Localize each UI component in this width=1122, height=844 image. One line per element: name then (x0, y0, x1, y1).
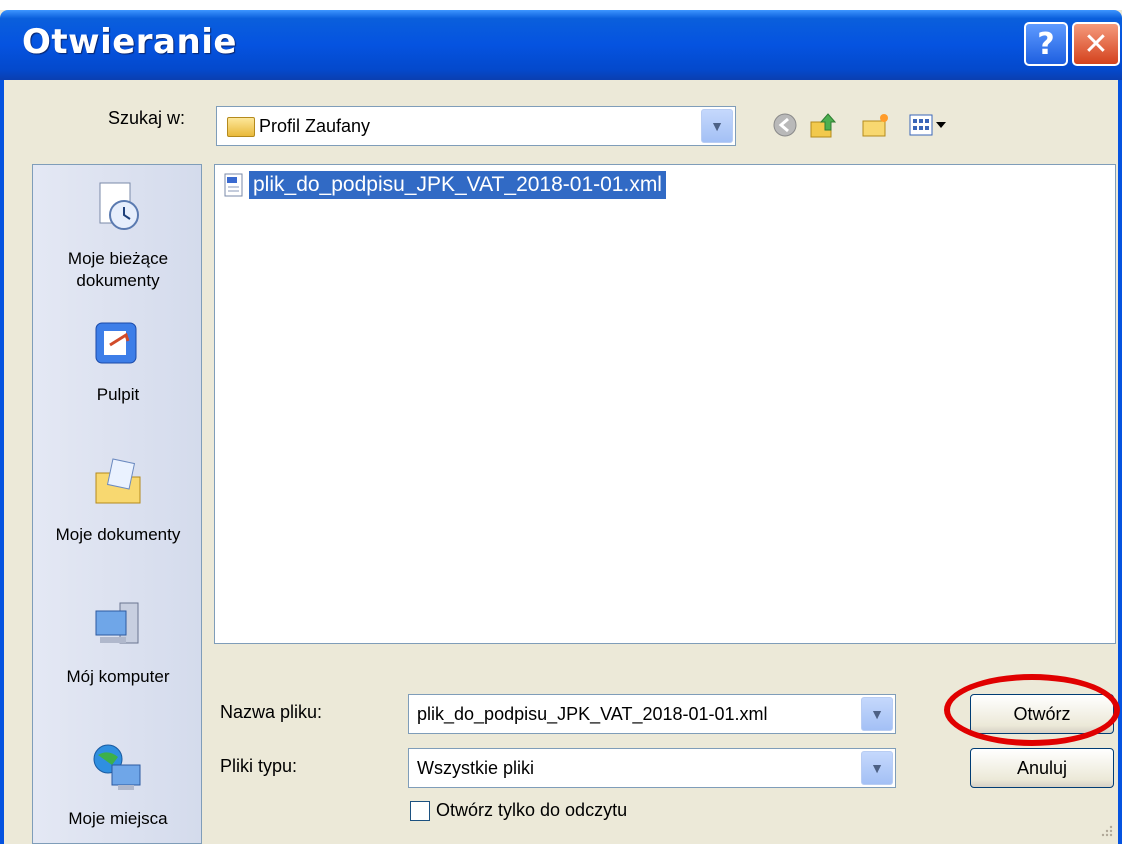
folder-icon (227, 117, 255, 137)
chevron-down-icon[interactable]: ▼ (861, 697, 893, 731)
xml-file-icon (224, 173, 243, 197)
read-only-checkbox[interactable] (410, 800, 430, 821)
back-icon[interactable] (770, 110, 800, 140)
place-recent-documents[interactable]: Moje bieżące dokumenty (33, 179, 203, 292)
place-label: Moje dokumenty (55, 525, 181, 544)
read-only-label: Otwórz tylko do odczytu (436, 800, 628, 820)
up-folder-icon[interactable] (808, 110, 838, 140)
my-documents-icon (95, 458, 141, 504)
my-computer-icon (95, 602, 139, 644)
file-type-select[interactable]: Wszystkie pliki ▼ (408, 748, 896, 788)
open-dialog: Otwieranie ? ✕ Szukaj w: Profil Zaufany … (0, 10, 1122, 844)
chevron-down-icon[interactable]: ▼ (861, 751, 893, 785)
views-menu-icon[interactable] (908, 110, 952, 140)
place-network[interactable]: Moje miejsca (33, 739, 203, 830)
desktop-icon (95, 322, 137, 364)
close-button[interactable]: ✕ (1072, 22, 1120, 66)
look-in-label: Szukaj w: (108, 108, 186, 128)
file-type-value: Wszystkie pliki (417, 757, 535, 778)
chevron-down-icon[interactable]: ▼ (701, 109, 733, 143)
read-only-option[interactable]: Otwórz tylko do odczytu (410, 800, 627, 821)
title-bar[interactable]: Otwieranie ? ✕ (0, 10, 1122, 80)
place-label: dokumenty (76, 271, 160, 290)
place-label: Moje bieżące (67, 249, 169, 268)
place-my-documents[interactable]: Moje dokumenty (33, 455, 203, 546)
network-places-icon (93, 744, 141, 790)
file-list[interactable]: plik_do_podpisu_JPK_VAT_2018-01-01.xml (214, 164, 1116, 644)
look-in-combo[interactable]: Profil Zaufany ▼ (216, 106, 736, 146)
place-label: Mój komputer (66, 667, 170, 686)
look-in-value: Profil Zaufany (259, 115, 371, 136)
file-type-label: Pliki typu: (220, 756, 298, 776)
file-name: plik_do_podpisu_JPK_VAT_2018-01-01.xml (248, 170, 667, 200)
help-button[interactable]: ? (1024, 22, 1068, 66)
place-label: Pulpit (96, 385, 140, 404)
file-name-value: plik_do_podpisu_JPK_VAT_2018-01-01.xml (417, 703, 768, 724)
file-name-label: Nazwa pliku: (220, 702, 323, 722)
place-label: Moje miejsca (68, 809, 168, 828)
cancel-button[interactable]: Anuluj (970, 748, 1114, 788)
dialog-title: Otwieranie (22, 22, 237, 62)
resize-grip-icon[interactable] (1098, 822, 1114, 838)
place-my-computer[interactable]: Mój komputer (33, 597, 203, 688)
file-name-field[interactable]: plik_do_podpisu_JPK_VAT_2018-01-01.xml ▼ (408, 694, 896, 734)
highlight-circle (944, 674, 1120, 746)
places-bar: Moje bieżące dokumenty Pulpit Moje dokum… (32, 164, 202, 844)
recent-documents-icon (99, 182, 139, 230)
new-folder-icon[interactable] (860, 110, 890, 140)
list-item[interactable]: plik_do_podpisu_JPK_VAT_2018-01-01.xml (223, 170, 667, 200)
place-desktop[interactable]: Pulpit (33, 315, 203, 406)
